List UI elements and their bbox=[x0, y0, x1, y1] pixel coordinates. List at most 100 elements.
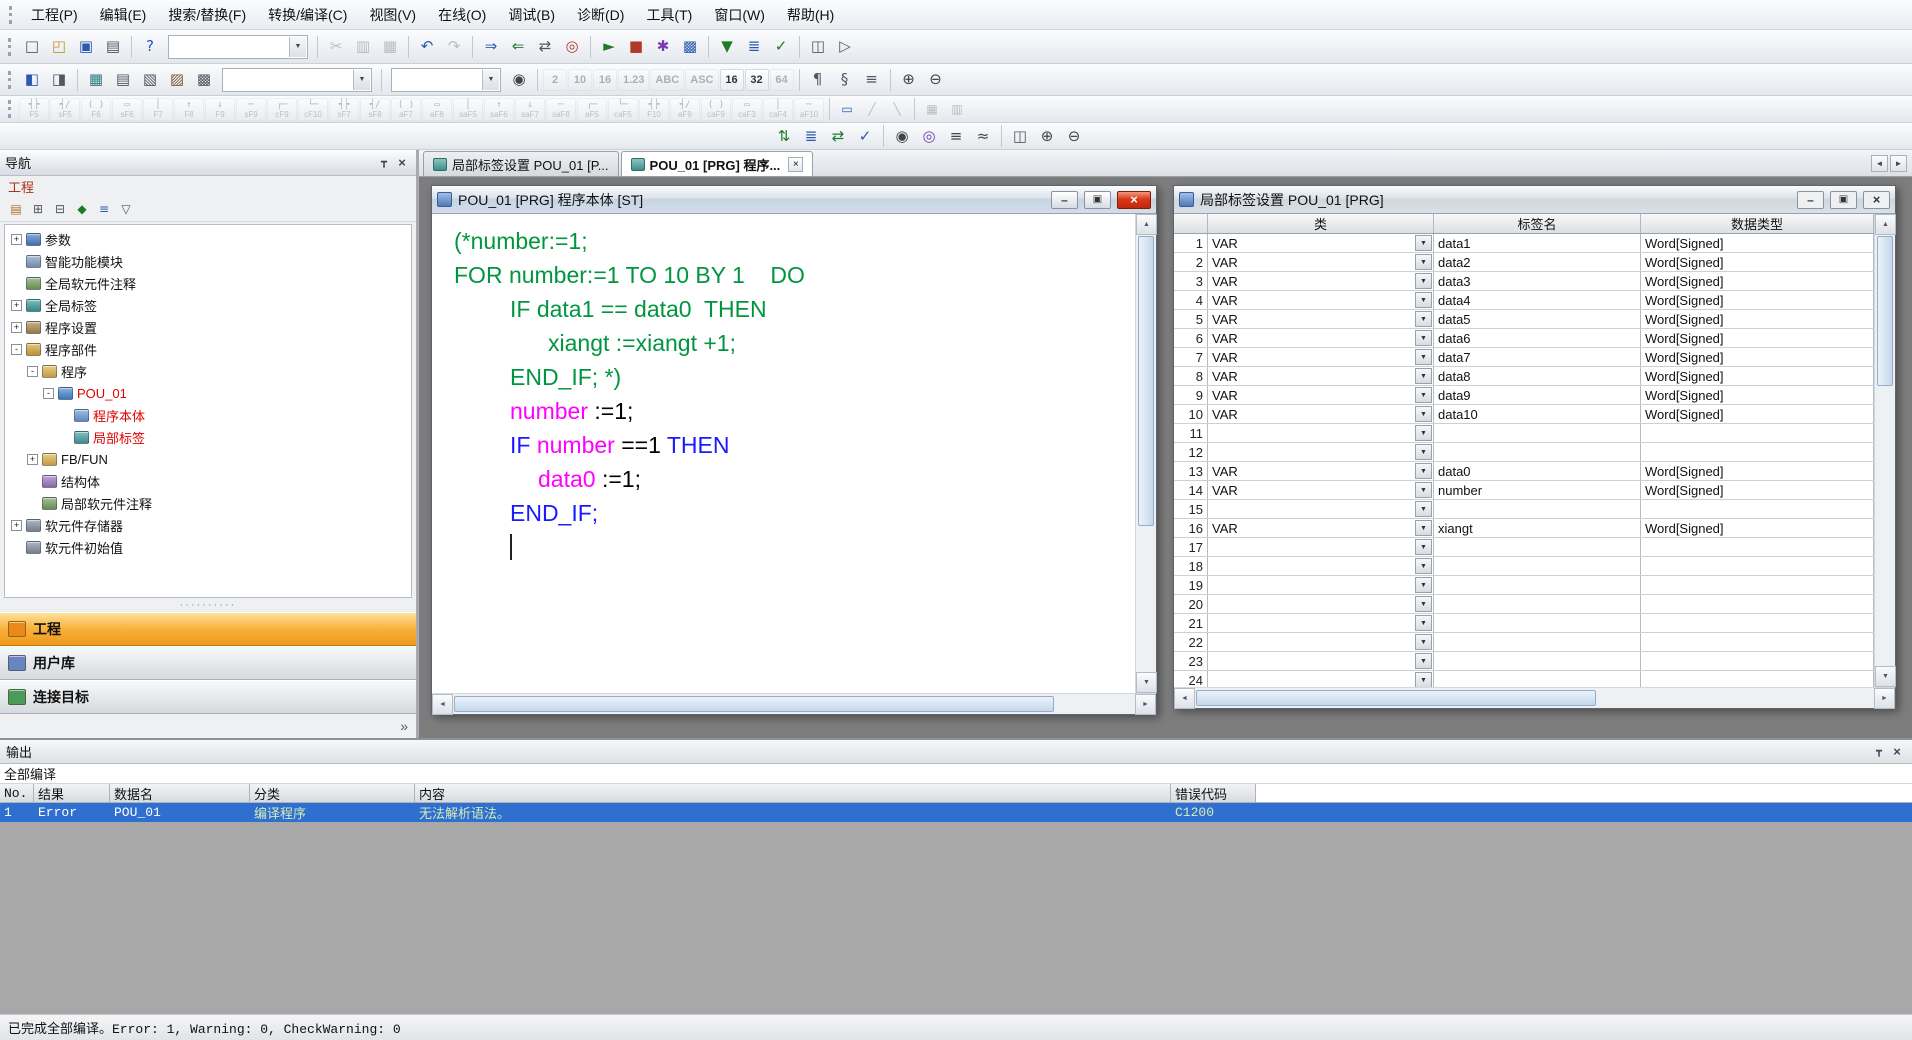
label-name-cell[interactable] bbox=[1434, 671, 1641, 687]
column-header-class[interactable]: 类 bbox=[1208, 214, 1434, 233]
label-view-button[interactable]: ▨ bbox=[164, 67, 190, 93]
class-cell[interactable] bbox=[1208, 557, 1434, 575]
scroll-up-icon[interactable] bbox=[1136, 214, 1157, 235]
project-window-toggle-button[interactable]: ◧ bbox=[19, 67, 45, 93]
label-name-cell[interactable] bbox=[1434, 652, 1641, 670]
note-display-button[interactable]: ≡ bbox=[859, 67, 885, 93]
scroll-tabs-right-icon[interactable] bbox=[1890, 155, 1907, 172]
project-view-button[interactable]: 工程 bbox=[0, 612, 416, 646]
tree-item-device-initial-value[interactable]: 软元件初始值 bbox=[5, 536, 411, 558]
document-tab-1[interactable]: 局部标签设置 POU_01 [P... bbox=[423, 151, 619, 176]
watch-window-button[interactable]: ◫ bbox=[805, 34, 831, 60]
class-cell[interactable]: VAR bbox=[1208, 348, 1434, 366]
fb-selection-window-toggle-button[interactable]: ◨ bbox=[46, 67, 72, 93]
ladder-symbol-af5-button[interactable]: ┌─aF5 bbox=[577, 98, 607, 121]
copy-button[interactable]: ▥ bbox=[350, 34, 376, 60]
ladder-symbol-caf5-button[interactable]: └─caF5 bbox=[608, 98, 638, 121]
scroll-down-icon[interactable] bbox=[1136, 672, 1157, 693]
data-type-cell[interactable]: Word[Signed] bbox=[1641, 462, 1874, 480]
label-name-cell[interactable]: data5 bbox=[1434, 310, 1641, 328]
display-real-button[interactable]: 1.23 bbox=[618, 69, 649, 91]
ladder-edit-mode-button[interactable]: ▦ bbox=[920, 98, 944, 120]
document-tab-2[interactable]: POU_01 [PRG] 程序... bbox=[621, 151, 814, 176]
ladder-symbol-caf4-button[interactable]: │caF4 bbox=[763, 98, 793, 121]
horizontal-scrollbar[interactable] bbox=[1174, 687, 1895, 708]
class-dropdown-button[interactable] bbox=[1415, 463, 1432, 479]
scroll-up-icon[interactable] bbox=[1875, 214, 1896, 235]
st-view-button[interactable]: ▤ bbox=[110, 67, 136, 93]
data-type-cell[interactable] bbox=[1641, 671, 1874, 687]
class-dropdown-button[interactable] bbox=[1415, 501, 1432, 517]
class-dropdown-button[interactable] bbox=[1415, 615, 1432, 631]
ladder-symbol-saf7-button[interactable]: ↓saF7 bbox=[515, 98, 545, 121]
ladder-symbol-caf9-button[interactable]: ( )caF9 bbox=[701, 98, 731, 121]
close-icon[interactable] bbox=[393, 155, 411, 171]
class-dropdown-button[interactable] bbox=[1415, 254, 1432, 270]
menu-item-5[interactable]: 视图(V) bbox=[358, 1, 427, 29]
restore-button[interactable] bbox=[1084, 191, 1111, 209]
tree-item-device-memory[interactable]: +软元件存储器 bbox=[5, 514, 411, 536]
read-from-plc-button[interactable]: ⇐ bbox=[505, 34, 531, 60]
class-dropdown-button[interactable] bbox=[1415, 520, 1432, 536]
menu-drag-handle[interactable] bbox=[9, 6, 15, 24]
st-editor-titlebar[interactable]: POU_01 [PRG] 程序本体 [ST] bbox=[432, 186, 1156, 214]
device-batch-monitor-button[interactable]: ▩ bbox=[677, 34, 703, 60]
comment-display-button[interactable]: ¶ bbox=[805, 67, 831, 93]
label-name-cell[interactable] bbox=[1434, 500, 1641, 518]
class-dropdown-button[interactable] bbox=[1415, 539, 1432, 555]
label-name-cell[interactable]: data3 bbox=[1434, 272, 1641, 290]
label-name-cell[interactable]: data2 bbox=[1434, 253, 1641, 271]
print-button[interactable]: ▤ bbox=[100, 34, 126, 60]
restore-button[interactable] bbox=[1830, 191, 1857, 209]
ladder-symbol-af8-button[interactable]: ▭aF8 bbox=[422, 98, 452, 121]
tree-item-local-device-comment[interactable]: 局部软元件注释 bbox=[5, 492, 411, 514]
data-security-button[interactable]: ◆ bbox=[72, 199, 92, 219]
class-cell[interactable]: VAR bbox=[1208, 272, 1434, 290]
menu-item-9[interactable]: 工具(T) bbox=[635, 1, 703, 29]
display-decimal-button[interactable]: 10 bbox=[568, 69, 592, 91]
data-type-cell[interactable] bbox=[1641, 576, 1874, 594]
monitor-64bit-button[interactable]: 64 bbox=[770, 69, 794, 91]
splitter-handle[interactable] bbox=[0, 600, 416, 612]
column-header-data-type[interactable]: 数据类型 bbox=[1641, 214, 1874, 233]
statement-display-button[interactable]: § bbox=[832, 67, 858, 93]
monitor-32bit-button[interactable]: 32 bbox=[745, 69, 769, 91]
class-dropdown-button[interactable] bbox=[1415, 444, 1432, 460]
rebuild-all-button[interactable]: ≣ bbox=[741, 34, 767, 60]
label-name-cell[interactable]: data4 bbox=[1434, 291, 1641, 309]
output-col-error-code[interactable]: 错误代码 bbox=[1171, 784, 1256, 802]
class-dropdown-button[interactable] bbox=[1415, 672, 1432, 687]
tree-item-local-label[interactable]: 局部标签 bbox=[5, 426, 411, 448]
scrollbar-thumb[interactable] bbox=[1138, 236, 1154, 526]
menu-item-1[interactable]: 工程(P) bbox=[20, 1, 89, 29]
menu-item-3[interactable]: 搜索/替换(F) bbox=[157, 1, 257, 29]
label-name-cell[interactable]: data10 bbox=[1434, 405, 1641, 423]
class-cell[interactable] bbox=[1208, 576, 1434, 594]
scrollbar-thumb[interactable] bbox=[1877, 236, 1893, 386]
collapse-all-button[interactable]: ⊟ bbox=[50, 199, 70, 219]
data-type-cell[interactable]: Word[Signed] bbox=[1641, 329, 1874, 347]
filter-button[interactable]: ▽ bbox=[116, 199, 136, 219]
redo-button[interactable]: ↷ bbox=[441, 34, 467, 60]
expand-chevrons-icon[interactable] bbox=[400, 718, 408, 734]
expand-all-button[interactable]: ⊞ bbox=[28, 199, 48, 219]
build-button[interactable]: ▼ bbox=[714, 34, 740, 60]
expand-icon[interactable]: + bbox=[27, 454, 38, 465]
code-area[interactable]: (*number:=1;FOR number:=1 TO 10 BY 1 DOI… bbox=[432, 214, 1135, 693]
menu-item-6[interactable]: 在线(O) bbox=[427, 1, 497, 29]
zoom-out-button[interactable]: ⊖ bbox=[923, 67, 949, 93]
label-name-cell[interactable] bbox=[1434, 614, 1641, 632]
expand-icon[interactable]: + bbox=[11, 322, 22, 333]
data-type-cell[interactable]: Word[Signed] bbox=[1641, 481, 1874, 499]
vertical-scrollbar[interactable] bbox=[1874, 214, 1895, 687]
tree-item-global-label[interactable]: +全局标签 bbox=[5, 294, 411, 316]
cross-reference-button[interactable]: ◎ bbox=[916, 123, 942, 149]
label-name-cell[interactable]: xiangt bbox=[1434, 519, 1641, 537]
class-dropdown-button[interactable] bbox=[1415, 634, 1432, 650]
data-type-cell[interactable] bbox=[1641, 443, 1874, 461]
class-cell[interactable] bbox=[1208, 633, 1434, 651]
horizontal-scrollbar[interactable] bbox=[432, 693, 1156, 714]
ladder-symbol-f7-button[interactable]: │F7 bbox=[143, 98, 173, 121]
data-type-cell[interactable] bbox=[1641, 424, 1874, 442]
class-dropdown-button[interactable] bbox=[1415, 349, 1432, 365]
